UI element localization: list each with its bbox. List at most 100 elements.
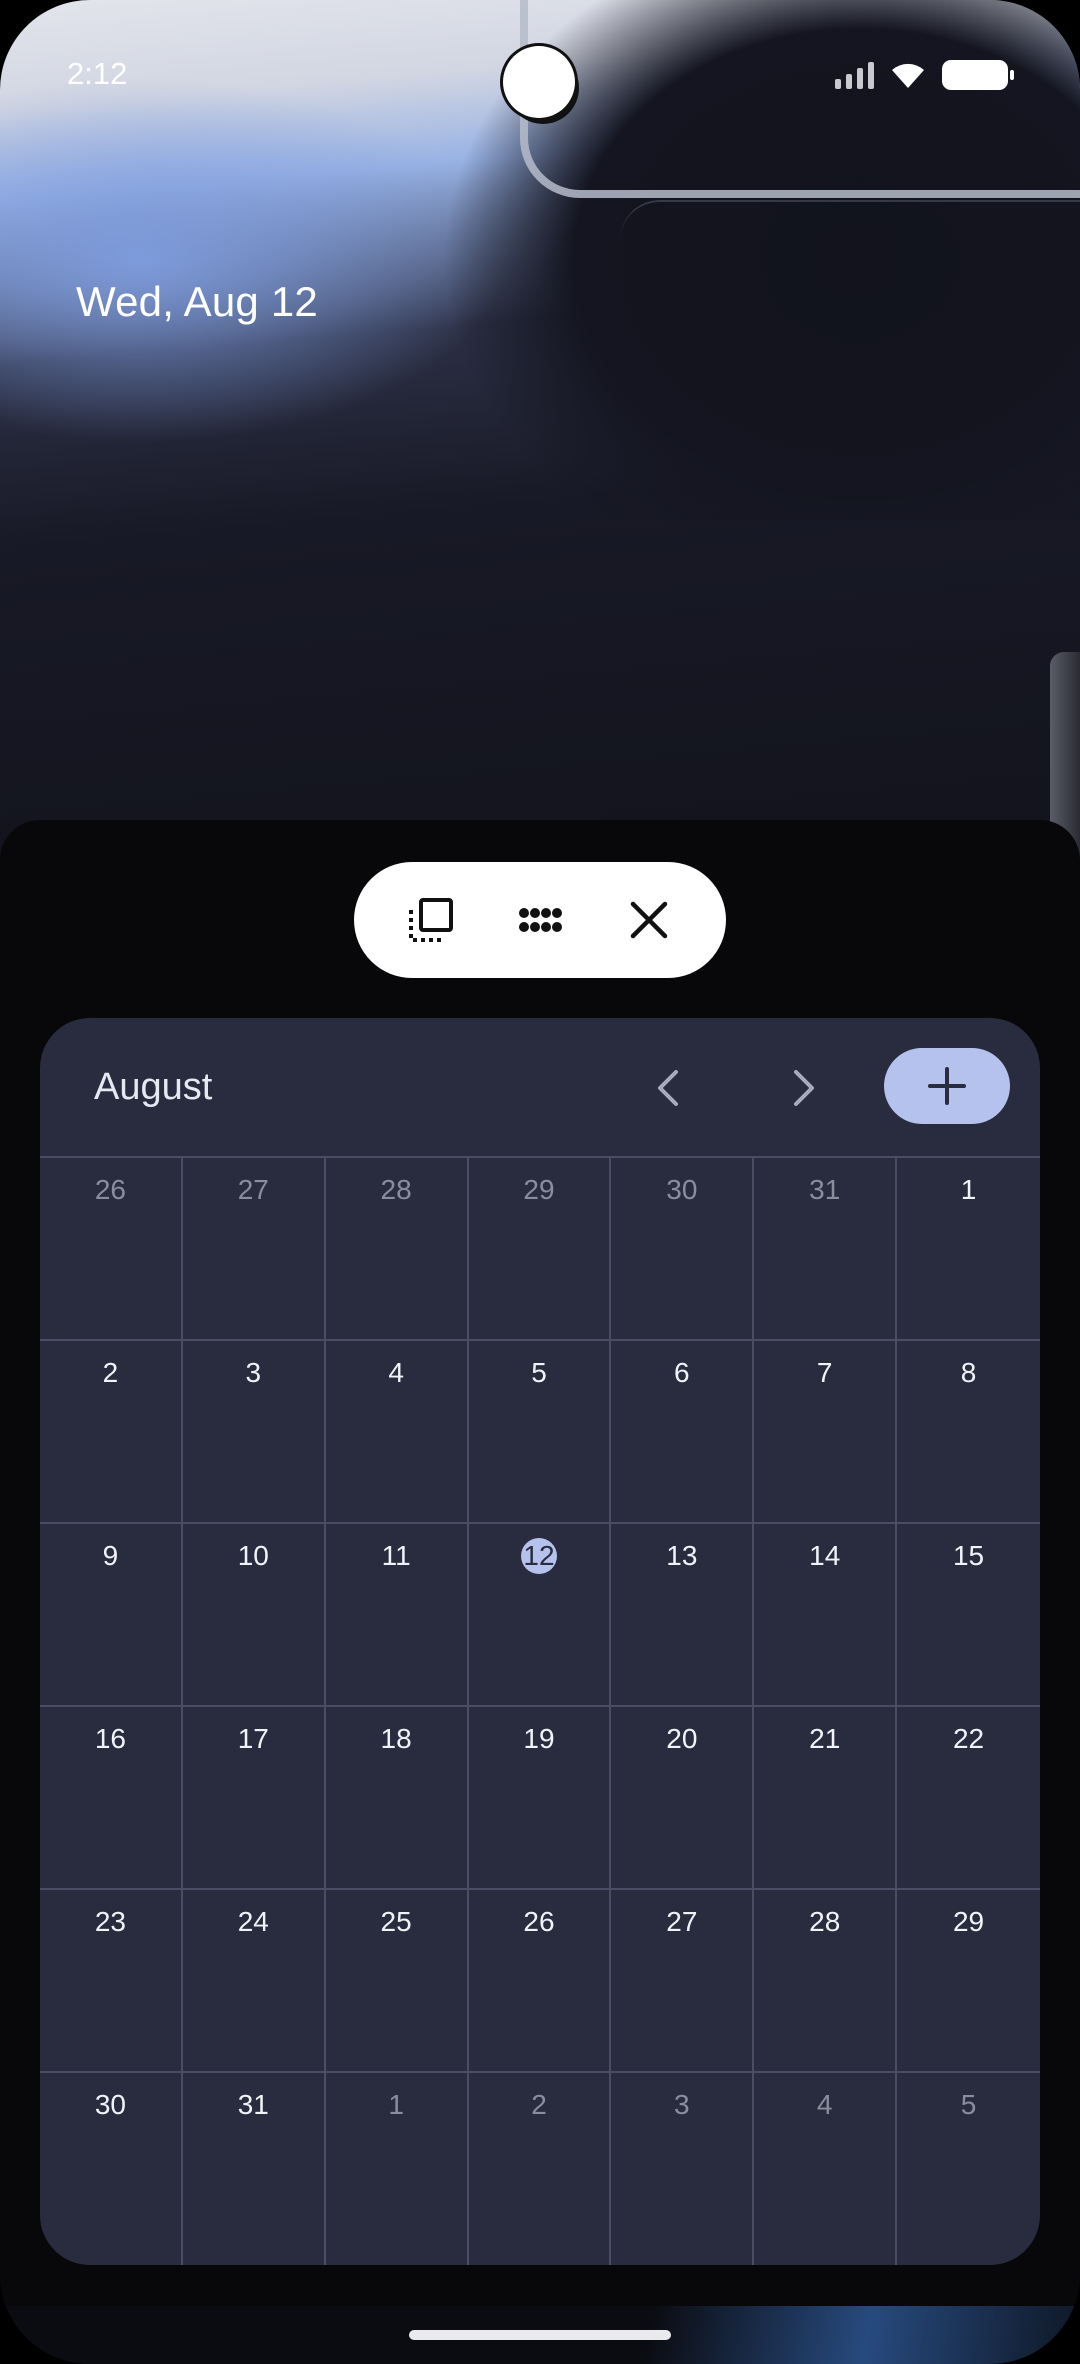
today-date-number: 12 xyxy=(520,1538,557,1574)
calendar-day-cell[interactable]: 23 xyxy=(40,1890,183,2073)
dashed-square-icon xyxy=(408,898,453,942)
calendar-day-cell[interactable]: 13 xyxy=(611,1524,755,1707)
date-number: 9 xyxy=(102,1540,119,1571)
date-number: 4 xyxy=(816,2089,833,2120)
calendar-day-cell[interactable]: 19 xyxy=(468,1707,612,1890)
calendar-day-cell[interactable]: 27 xyxy=(182,1158,326,1341)
date-number: 6 xyxy=(674,1357,690,1388)
status-icons xyxy=(835,58,1014,92)
calendar-day-cell[interactable]: 1 xyxy=(897,1158,1040,1341)
calendar-day-cell[interactable]: 4 xyxy=(325,1341,469,1524)
date-number: 24 xyxy=(237,1906,269,1937)
calendar-day-cell[interactable]: 26 xyxy=(468,1890,612,2073)
date-number: 13 xyxy=(666,1540,698,1571)
date-number: 30 xyxy=(94,2089,126,2120)
date-number: 7 xyxy=(816,1357,833,1388)
date-number: 20 xyxy=(666,1723,698,1754)
calendar-day-cell[interactable]: 3 xyxy=(182,1341,326,1524)
next-month-button[interactable] xyxy=(766,1050,842,1126)
apps-button[interactable] xyxy=(500,880,580,960)
calendar-widget[interactable]: August 26 27 28 29 30 31 1 2 3 4 5 6 7 8 9 10 11 12 13 14 15… xyxy=(40,1018,1040,2265)
calendar-day-cell[interactable]: 3 xyxy=(611,2073,755,2265)
calendar-day-cell[interactable]: 30 xyxy=(40,2073,183,2265)
calendar-day-cell[interactable]: 8 xyxy=(897,1341,1040,1524)
calendar-day-cell[interactable]: 7 xyxy=(754,1341,898,1524)
date-number: 21 xyxy=(809,1723,841,1754)
date-number: 18 xyxy=(380,1723,412,1754)
calendar-day-cell[interactable]: 29 xyxy=(897,1890,1040,2073)
widget-toolbar xyxy=(354,862,726,978)
date-number: 1 xyxy=(388,2089,404,2120)
calendar-day-cell[interactable]: 18 xyxy=(325,1707,469,1890)
calendar-day-cell[interactable]: 9 xyxy=(40,1524,183,1707)
calendar-day-cell[interactable]: 15 xyxy=(897,1524,1040,1707)
date-number: 28 xyxy=(380,1174,412,1205)
date-number: 5 xyxy=(960,2089,977,2120)
close-button[interactable] xyxy=(609,880,689,960)
date-number: 16 xyxy=(94,1723,126,1754)
calendar-day-cell[interactable]: 2 xyxy=(469,2073,612,2265)
date-number: 30 xyxy=(666,1174,698,1205)
wifi-icon xyxy=(892,63,924,88)
date-number: 27 xyxy=(666,1906,698,1937)
calendar-day-cell[interactable]: 31 xyxy=(183,2073,326,2265)
calendar-day-cell[interactable]: 12 xyxy=(468,1524,612,1707)
date-number: 31 xyxy=(809,1174,841,1205)
calendar-day-cell[interactable]: 6 xyxy=(611,1341,755,1524)
status-time: 2:12 xyxy=(67,56,128,91)
date-number: 25 xyxy=(380,1906,412,1937)
signal-icon xyxy=(835,61,874,89)
calendar-day-cell[interactable]: 4 xyxy=(754,2073,898,2265)
add-event-button[interactable] xyxy=(884,1048,1010,1124)
close-icon xyxy=(631,901,668,939)
calendar-day-cell[interactable]: 22 xyxy=(897,1707,1040,1890)
date-number: 10 xyxy=(237,1540,269,1571)
month-title: August xyxy=(94,1066,213,1108)
calendar-day-cell[interactable]: 11 xyxy=(325,1524,469,1707)
calendar-day-cell[interactable]: 16 xyxy=(40,1707,183,1890)
calendar-day-cell[interactable]: 1 xyxy=(326,2073,469,2265)
plus-icon xyxy=(928,1067,966,1105)
date-number: 26 xyxy=(523,1906,555,1937)
date-number: 26 xyxy=(94,1174,126,1205)
date-number: 14 xyxy=(809,1540,841,1571)
calendar-day-cell[interactable]: 30 xyxy=(611,1158,755,1341)
calendar-day-cell[interactable]: 17 xyxy=(182,1707,326,1890)
calendar-day-cell[interactable]: 14 xyxy=(754,1524,898,1707)
date-number: 5 xyxy=(531,1357,547,1388)
date-number: 11 xyxy=(381,1540,411,1571)
calendar-day-cell[interactable]: 28 xyxy=(325,1158,469,1341)
date-number: 2 xyxy=(531,2089,547,2120)
battery-icon xyxy=(942,60,1014,90)
calendar-day-cell[interactable]: 2 xyxy=(40,1341,183,1524)
date-number: 29 xyxy=(952,1906,985,1937)
date-number: 28 xyxy=(809,1906,841,1937)
calendar-grid: 26 27 28 29 30 31 1 2 3 4 5 6 7 8 9 10 11 12 13 14 15 16 17 18 1… xyxy=(40,1156,1040,2265)
date-number: 29 xyxy=(523,1174,555,1205)
status-bar: 2:12 xyxy=(0,0,1080,150)
calendar-day-cell[interactable]: 20 xyxy=(611,1707,755,1890)
home-indicator[interactable] xyxy=(409,2330,671,2340)
calendar-day-cell[interactable]: 24 xyxy=(182,1890,326,2073)
lockscreen-date: Wed, Aug 12 xyxy=(76,278,318,325)
calendar-day-cell[interactable]: 10 xyxy=(182,1524,326,1707)
calendar-day-cell[interactable]: 21 xyxy=(754,1707,898,1890)
front-camera xyxy=(503,46,575,118)
date-number: 1 xyxy=(960,1174,977,1205)
date-number: 15 xyxy=(952,1540,985,1571)
calendar-day-cell[interactable]: 26 xyxy=(40,1158,183,1341)
date-number: 19 xyxy=(523,1723,555,1754)
calendar-day-cell[interactable]: 29 xyxy=(468,1158,612,1341)
date-number: 3 xyxy=(674,2089,690,2120)
calendar-day-cell[interactable]: 5 xyxy=(897,2073,1040,2265)
calendar-day-cell[interactable]: 5 xyxy=(468,1341,612,1524)
calendar-day-cell[interactable]: 28 xyxy=(754,1890,898,2073)
chevron-left-icon xyxy=(658,1070,678,1106)
previous-month-button[interactable] xyxy=(630,1050,706,1126)
apps-grid-icon xyxy=(518,908,562,932)
calendar-day-cell[interactable]: 31 xyxy=(754,1158,898,1341)
calendar-day-cell[interactable]: 27 xyxy=(611,1890,755,2073)
calendar-day-cell[interactable]: 25 xyxy=(325,1890,469,2073)
date-number: 8 xyxy=(960,1357,977,1388)
resize-button[interactable] xyxy=(391,880,471,960)
